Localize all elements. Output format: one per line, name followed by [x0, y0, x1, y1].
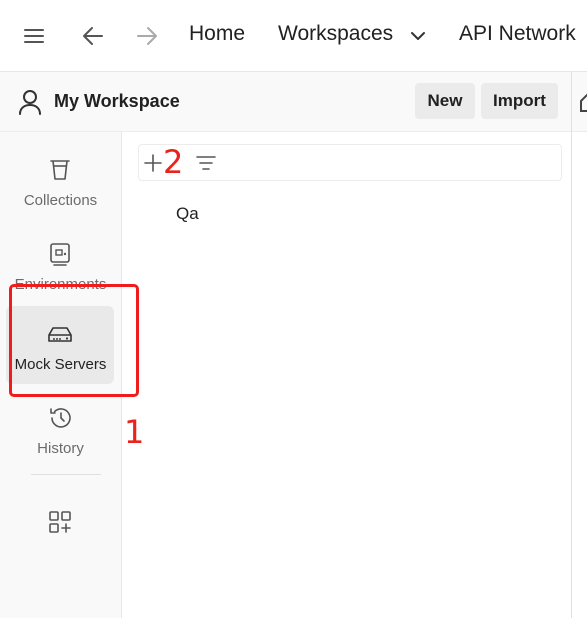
- annotation-highlight-box: [9, 284, 139, 397]
- sidebar-item-collections[interactable]: Collections: [6, 142, 114, 220]
- panel-toolbar: [138, 144, 562, 181]
- annotation-label-1: 1: [124, 413, 145, 451]
- nav-api-network[interactable]: API Network: [459, 22, 576, 46]
- sidebar-item-label: Collections: [23, 192, 98, 209]
- mock-servers-panel: Qa: [122, 132, 571, 618]
- plus-icon[interactable]: [143, 153, 163, 173]
- sidebar-divider: [31, 474, 101, 475]
- forward-arrow-icon[interactable]: [135, 24, 159, 48]
- chevron-down-icon[interactable]: [406, 24, 430, 48]
- environment-icon: [6, 242, 114, 268]
- workspace-title[interactable]: My Workspace: [54, 91, 180, 112]
- top-nav: Home Workspaces API Network: [0, 0, 587, 72]
- hamburger-menu-icon[interactable]: [22, 24, 46, 48]
- annotation-label-2: 2: [163, 143, 184, 181]
- new-button[interactable]: New: [415, 83, 475, 119]
- history-icon: [6, 406, 114, 432]
- apps-add-icon[interactable]: [48, 510, 72, 534]
- user-icon: [18, 89, 42, 115]
- home-tab-icon[interactable]: [579, 91, 587, 113]
- back-arrow-icon[interactable]: [81, 24, 105, 48]
- filter-icon[interactable]: [195, 153, 217, 173]
- panel-divider: [571, 72, 572, 618]
- import-button[interactable]: Import: [481, 83, 558, 119]
- sidebar-item-label: History: [37, 440, 84, 457]
- trash-bin-icon: [6, 158, 114, 184]
- workspace-header: My Workspace New Import: [0, 72, 587, 132]
- sidebar-item-history[interactable]: History: [6, 390, 114, 468]
- list-item[interactable]: Qa: [176, 204, 199, 224]
- nav-home[interactable]: Home: [189, 22, 245, 46]
- nav-workspaces[interactable]: Workspaces: [278, 22, 393, 46]
